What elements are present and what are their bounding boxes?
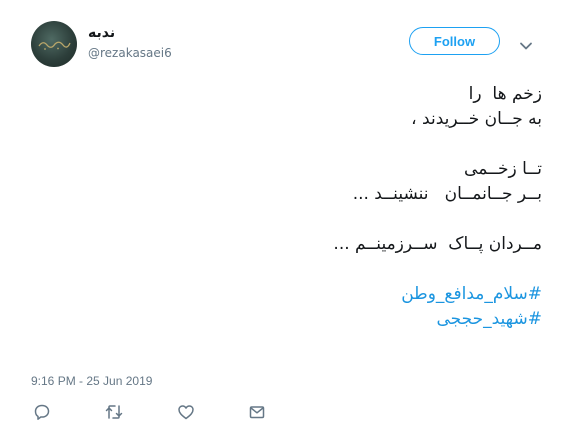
tweet-line: مــردان پــاک ســرزمینــم ... [333, 234, 542, 254]
tweet-text: زخم ها را به جــان خــریدند ، تــا زخــم… [82, 82, 542, 332]
tweet-actions [0, 401, 569, 423]
tweet-card: ندبه @rezakasaei6 Follow زخم ها را به جـ… [0, 0, 569, 445]
reply-icon[interactable] [31, 401, 53, 423]
tweet-line: بــر جــانمــان ننشینــد ... [352, 184, 542, 204]
hashtag-link[interactable]: #شهید_حججی [82, 307, 542, 332]
follow-button[interactable]: Follow [409, 27, 500, 55]
envelope-icon[interactable] [246, 401, 268, 423]
tweet-line: تــا زخــمی [464, 159, 542, 179]
tweet-line [82, 132, 542, 157]
user-handle[interactable]: @rezakasaei6 [88, 46, 172, 60]
retweet-icon[interactable] [103, 401, 125, 423]
tweet-timestamp[interactable]: 9:16 PM - 25 Jun 2019 [31, 374, 152, 388]
tweet-line [82, 207, 542, 232]
heart-icon[interactable] [175, 401, 197, 423]
tweet-line: زخم ها را [468, 84, 542, 104]
tweet-line: به جــان خــریدند ، [411, 109, 542, 129]
avatar-calligraphy-mark [38, 41, 71, 50]
hashtag-link[interactable]: #سلام_مدافع_وطن [82, 282, 542, 307]
avatar[interactable] [31, 21, 77, 67]
chevron-down-icon[interactable] [519, 36, 533, 50]
display-name[interactable]: ندبه [88, 25, 115, 41]
